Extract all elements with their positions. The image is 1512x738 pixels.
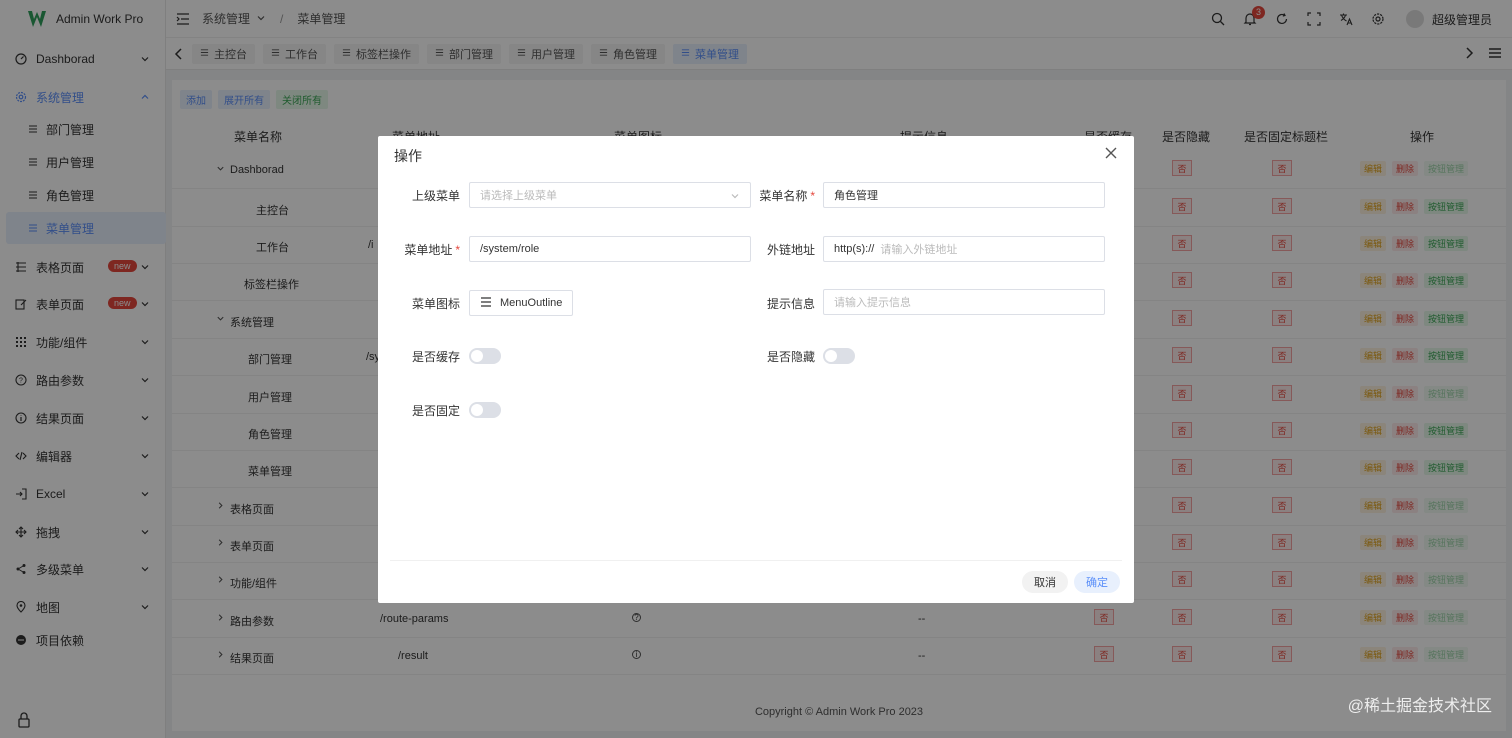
menu-path-label: 菜单地址 * (404, 243, 460, 257)
hidden-switch[interactable] (823, 348, 855, 364)
close-icon[interactable] (1104, 146, 1118, 160)
cache-switch[interactable] (469, 348, 501, 364)
menu-name-input[interactable]: 角色管理 (823, 182, 1105, 208)
parent-menu-label: 上级菜单 (411, 189, 460, 203)
dialog-divider (390, 560, 1122, 561)
cache-label: 是否缓存 (411, 350, 460, 364)
menu-path-input[interactable]: /system/role (469, 236, 751, 262)
url-prefix: http(s):// (834, 243, 875, 255)
menu-edit-dialog: 操作 上级菜单 请选择上级菜单 菜单名称 * 角色管理 菜单地址 * /system… (378, 136, 1134, 603)
menu-outline-icon (480, 296, 492, 310)
watermark: @稀土掘金技术社区 (1347, 698, 1492, 715)
fixed-switch[interactable] (469, 402, 501, 418)
menu-icon-picker[interactable]: MenuOutline (469, 290, 574, 316)
confirm-button[interactable]: 确定 (1074, 571, 1120, 593)
fixed-label: 是否固定 (411, 404, 460, 418)
parent-menu-select[interactable]: 请选择上级菜单 (469, 182, 751, 208)
menu-icon-label: 菜单图标 (411, 297, 460, 311)
tip-label: 提示信息 (766, 297, 815, 311)
cancel-button[interactable]: 取消 (1022, 571, 1068, 593)
menu-name-label: 菜单名称 * (759, 189, 815, 203)
hidden-label: 是否隐藏 (766, 350, 815, 364)
dialog-title: 操作 (394, 148, 422, 164)
tip-input[interactable]: 请输入提示信息 (823, 289, 1105, 315)
external-link-label: 外链地址 (766, 243, 815, 257)
external-link-input[interactable]: http(s):// 请输入外链地址 (823, 236, 1105, 262)
